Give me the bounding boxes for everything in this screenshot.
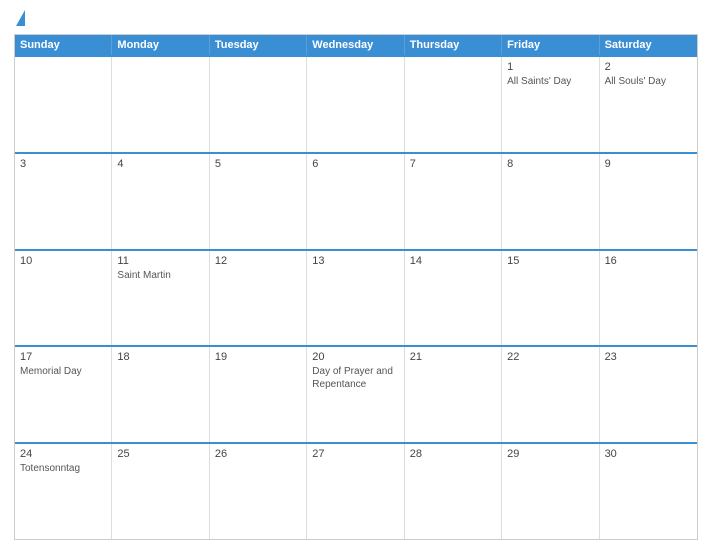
- weekday-header-saturday: Saturday: [600, 35, 697, 55]
- day-number: 16: [605, 255, 692, 267]
- cal-cell: 11 Saint Martin: [112, 251, 209, 346]
- day-number: 25: [117, 448, 203, 460]
- page: SundayMondayTuesdayWednesdayThursdayFrid…: [0, 0, 712, 550]
- cal-cell: 8: [502, 154, 599, 249]
- day-number: 19: [215, 351, 301, 363]
- cal-cell: 1 All Saints' Day: [502, 57, 599, 152]
- day-number: 21: [410, 351, 496, 363]
- cal-cell: 30: [600, 444, 697, 539]
- weekday-header-sunday: Sunday: [15, 35, 112, 55]
- calendar: SundayMondayTuesdayWednesdayThursdayFrid…: [14, 34, 698, 540]
- day-event: All Souls' Day: [605, 75, 692, 88]
- day-number: 8: [507, 158, 593, 170]
- day-number: 27: [312, 448, 398, 460]
- day-number: 14: [410, 255, 496, 267]
- day-number: 18: [117, 351, 203, 363]
- cal-cell: [112, 57, 209, 152]
- weekday-header-thursday: Thursday: [405, 35, 502, 55]
- day-event: Memorial Day: [20, 365, 106, 378]
- cal-cell: 9: [600, 154, 697, 249]
- day-number: 26: [215, 448, 301, 460]
- header: [14, 10, 698, 26]
- day-number: 13: [312, 255, 398, 267]
- day-number: 5: [215, 158, 301, 170]
- cal-cell: 5: [210, 154, 307, 249]
- cal-cell: 27: [307, 444, 404, 539]
- cal-cell: 21: [405, 347, 502, 442]
- day-number: 3: [20, 158, 106, 170]
- weekday-header-wednesday: Wednesday: [307, 35, 404, 55]
- logo: [14, 10, 25, 26]
- day-number: 6: [312, 158, 398, 170]
- week-row-4: 17 Memorial Day 18 19 20 Day of Prayer and Re…: [15, 345, 697, 442]
- cal-cell: 29: [502, 444, 599, 539]
- cal-cell: 17 Memorial Day: [15, 347, 112, 442]
- day-number: 12: [215, 255, 301, 267]
- cal-cell: [307, 57, 404, 152]
- logo-triangle-icon: [16, 10, 25, 26]
- cal-cell: 6: [307, 154, 404, 249]
- day-event: All Saints' Day: [507, 75, 593, 88]
- cal-cell: 14: [405, 251, 502, 346]
- cal-cell: [210, 57, 307, 152]
- day-number: 15: [507, 255, 593, 267]
- calendar-header: SundayMondayTuesdayWednesdayThursdayFrid…: [15, 35, 697, 55]
- day-number: 23: [605, 351, 692, 363]
- cal-cell: 26: [210, 444, 307, 539]
- day-number: 4: [117, 158, 203, 170]
- day-number: 2: [605, 61, 692, 73]
- week-row-5: 24 Totensonntag 25 26 27 28 29 30: [15, 442, 697, 539]
- cal-cell: 18: [112, 347, 209, 442]
- day-event: Day of Prayer and Repentance: [312, 365, 398, 391]
- calendar-body: 1All Saints' Day2All Souls' Day345678910…: [15, 55, 697, 539]
- day-number: 29: [507, 448, 593, 460]
- day-number: 17: [20, 351, 106, 363]
- week-row-1: 1 All Saints' Day 2 All Souls' Day: [15, 55, 697, 152]
- cal-cell: 19: [210, 347, 307, 442]
- day-event: Saint Martin: [117, 269, 203, 282]
- cal-cell: 13: [307, 251, 404, 346]
- day-number: 9: [605, 158, 692, 170]
- day-number: 22: [507, 351, 593, 363]
- day-number: 24: [20, 448, 106, 460]
- weekday-header-monday: Monday: [112, 35, 209, 55]
- cal-cell: [405, 57, 502, 152]
- cal-cell: [15, 57, 112, 152]
- day-number: 10: [20, 255, 106, 267]
- day-number: 28: [410, 448, 496, 460]
- cal-cell: 10: [15, 251, 112, 346]
- cal-cell: 12: [210, 251, 307, 346]
- day-number: 30: [605, 448, 692, 460]
- day-event: Totensonntag: [20, 462, 106, 475]
- cal-cell: 24 Totensonntag: [15, 444, 112, 539]
- cal-cell: 16: [600, 251, 697, 346]
- cal-cell: 3: [15, 154, 112, 249]
- weekday-header-friday: Friday: [502, 35, 599, 55]
- week-row-3: 10 11 Saint Martin 12 13 14 15 16: [15, 249, 697, 346]
- cal-cell: 15: [502, 251, 599, 346]
- day-number: 7: [410, 158, 496, 170]
- cal-cell: 28: [405, 444, 502, 539]
- cal-cell: 7: [405, 154, 502, 249]
- cal-cell: 22: [502, 347, 599, 442]
- cal-cell: 23: [600, 347, 697, 442]
- cal-cell: 20 Day of Prayer and Repentance: [307, 347, 404, 442]
- weekday-header-tuesday: Tuesday: [210, 35, 307, 55]
- day-number: 1: [507, 61, 593, 73]
- week-row-2: 3456789: [15, 152, 697, 249]
- cal-cell: 4: [112, 154, 209, 249]
- day-number: 20: [312, 351, 398, 363]
- cal-cell: 25: [112, 444, 209, 539]
- day-number: 11: [117, 255, 203, 267]
- cal-cell: 2 All Souls' Day: [600, 57, 697, 152]
